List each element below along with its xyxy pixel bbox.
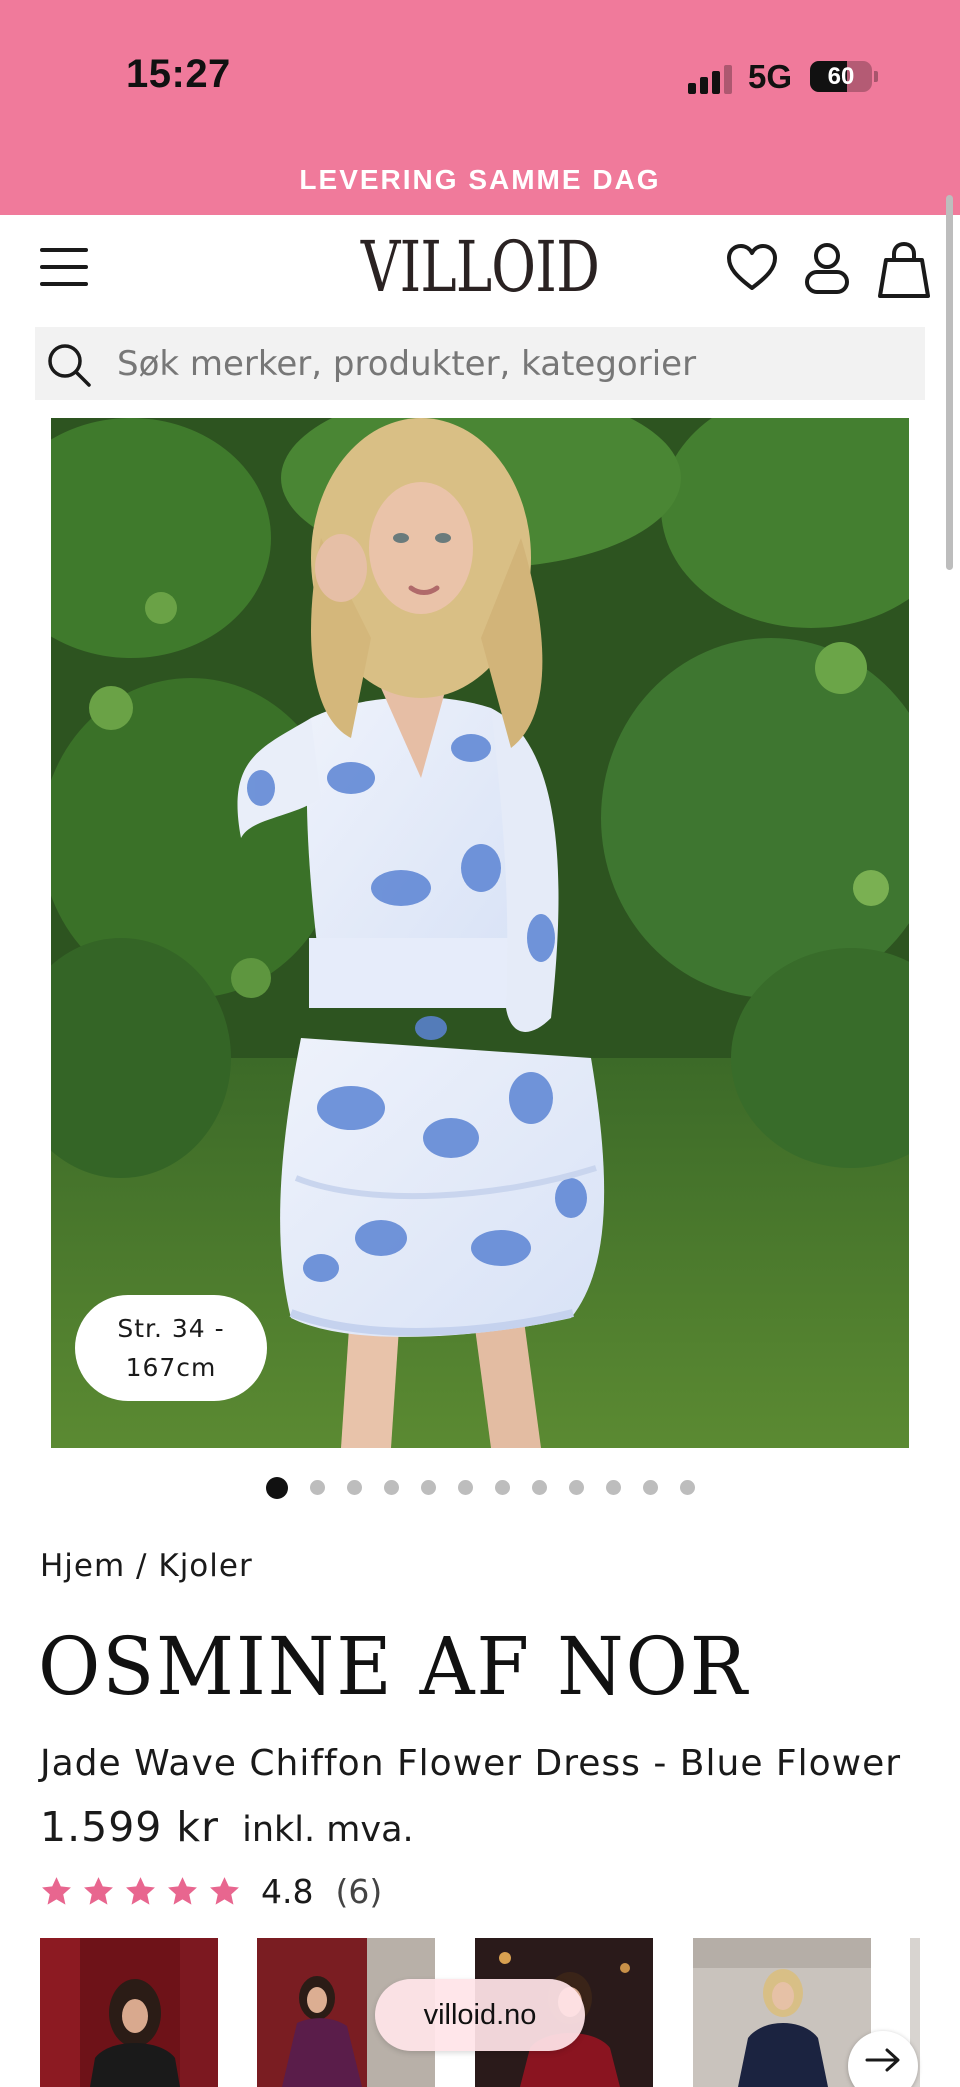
size-badge: Str. 34 - 167cm <box>75 1295 267 1401</box>
review-count[interactable]: (6) <box>335 1872 382 1911</box>
battery-cap <box>874 71 878 82</box>
carousel-dot[interactable] <box>457 1480 473 1495</box>
carousel-dot[interactable] <box>642 1480 658 1495</box>
breadcrumb: Hjem / Kjoler <box>40 1548 253 1584</box>
carousel-dot[interactable] <box>383 1480 399 1495</box>
breadcrumb-separator: / <box>125 1548 159 1584</box>
search-bar[interactable] <box>35 327 925 400</box>
rating-row[interactable]: 4.8 (6) <box>40 1872 382 1911</box>
breadcrumb-home[interactable]: Hjem <box>40 1548 125 1584</box>
promo-banner-text[interactable]: LEVERING SAMME DAG <box>0 164 960 196</box>
star-icon <box>168 1877 197 1905</box>
heart-icon[interactable] <box>724 240 780 296</box>
rating-value: 4.8 <box>261 1872 314 1911</box>
logo-link[interactable] <box>345 230 615 312</box>
carousel-dot[interactable] <box>420 1480 436 1495</box>
search-input[interactable] <box>117 343 897 384</box>
arrow-right-icon <box>865 2048 900 2072</box>
breadcrumb-category[interactable]: Kjoler <box>158 1548 252 1584</box>
carousel-dots[interactable] <box>0 1477 960 1499</box>
product-price: 1.599 kr <box>40 1803 220 1851</box>
menu-icon[interactable] <box>40 248 88 288</box>
carousel-dot[interactable] <box>494 1480 510 1495</box>
carousel-dot[interactable] <box>605 1480 621 1495</box>
carousel-dot[interactable] <box>568 1480 584 1495</box>
product-photo-illustration <box>51 418 909 1448</box>
battery-icon: 60 <box>810 61 872 92</box>
rating-stars <box>40 1875 241 1908</box>
carousel-dot[interactable] <box>346 1480 362 1495</box>
star-icon <box>210 1877 239 1905</box>
product-brand[interactable]: OSMINE AF NOR <box>38 1620 749 1713</box>
carousel-dot[interactable] <box>309 1480 325 1495</box>
search-icon[interactable] <box>43 337 97 391</box>
user-icon[interactable] <box>799 240 855 296</box>
star-icon <box>42 1877 71 1905</box>
bag-icon[interactable] <box>876 240 932 298</box>
url-pill[interactable]: villoid.no <box>375 1979 585 2051</box>
cellular-signal-icon <box>688 64 734 94</box>
battery-level: 60 <box>827 62 855 90</box>
page-scrollbar[interactable] <box>946 195 953 570</box>
product-image[interactable]: Str. 34 - 167cm <box>51 418 909 1448</box>
product-name: Jade Wave Chiffon Flower Dress - Blue Fl… <box>40 1743 902 1784</box>
related-product-4[interactable] <box>693 1938 871 2087</box>
network-type: 5G <box>748 58 793 95</box>
vat-note: inkl. mva. <box>242 1810 414 1850</box>
carousel-dot[interactable] <box>679 1480 695 1495</box>
status-time: 15:27 <box>126 52 231 96</box>
price-row: 1.599 kr inkl. mva. <box>40 1803 414 1851</box>
star-icon <box>84 1877 113 1905</box>
related-product-1[interactable] <box>40 1938 218 2087</box>
star-icon <box>126 1877 155 1905</box>
carousel-dot[interactable] <box>531 1480 547 1495</box>
carousel-dot[interactable] <box>265 1477 288 1499</box>
